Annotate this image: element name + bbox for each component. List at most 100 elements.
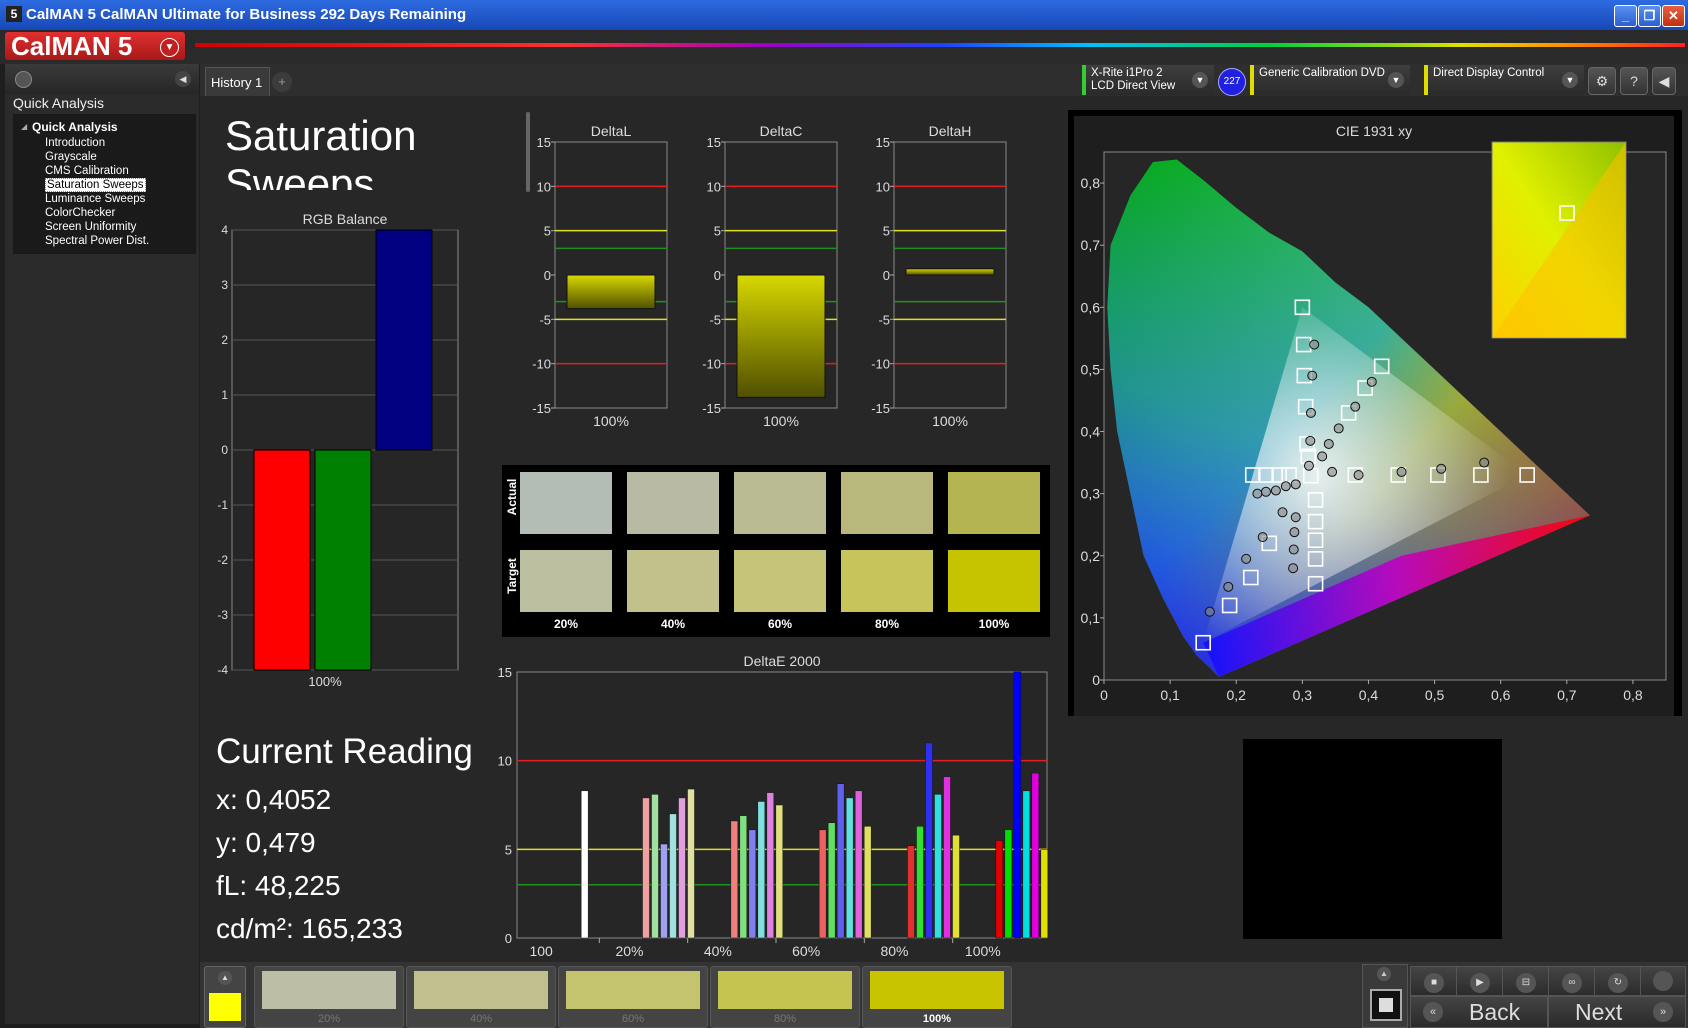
collapse-sidebar-icon[interactable]: ◀	[175, 71, 191, 87]
bottom-bar: ▲ 20% 40% 60% 80% 100% ▲ ■ ▶ ⊟ ∞ ↻ « Bac…	[200, 962, 1688, 1028]
stop-icon[interactable]: ■	[1410, 966, 1458, 996]
chevron-down-icon[interactable]: ▼	[1562, 72, 1578, 88]
sidebar-item-luminance-sweeps[interactable]: Luminance Sweeps	[45, 192, 149, 206]
loop-icon[interactable]: ∞	[1548, 966, 1596, 996]
record-dot-icon[interactable]	[1640, 966, 1686, 996]
x-tick-label: 0,3	[1293, 687, 1313, 703]
y-tick-label: -15	[532, 401, 551, 416]
delta-e-bar	[995, 840, 1004, 939]
delta-e-bar	[1031, 772, 1040, 939]
meter-badge[interactable]: 227	[1218, 68, 1246, 96]
pattern-swatch	[262, 971, 396, 1009]
tab-history-1[interactable]: History 1	[205, 67, 270, 96]
add-tab-icon[interactable]: +	[272, 72, 292, 92]
delta-e-bar	[934, 794, 942, 939]
pattern-40[interactable]: 40%	[406, 966, 556, 1028]
y-tick-label: 0	[505, 931, 512, 946]
target-swatch	[948, 550, 1040, 612]
x-tick-label: 0,7	[1557, 687, 1577, 703]
close-icon[interactable]: ✕	[1662, 5, 1685, 27]
swatch-label: 20%	[553, 617, 579, 631]
delta-e-bar	[836, 783, 845, 939]
delta-e-bar	[1040, 849, 1049, 939]
measured-marker	[1270, 485, 1281, 496]
delta-e-bar	[943, 776, 951, 939]
row-label-actual: Actual	[505, 478, 519, 516]
x-tick-label: 40%	[704, 943, 732, 959]
measured-marker	[1305, 407, 1316, 418]
delta-e-bar	[687, 788, 695, 939]
pattern-80[interactable]: 80%	[710, 966, 860, 1028]
window-title-bar: 5 CalMAN 5 CalMAN Ultimate for Business …	[0, 0, 1688, 30]
chevron-down-icon[interactable]: ▼	[160, 38, 179, 57]
y-tick-label: -5	[709, 312, 721, 327]
y-tick-label: 4	[221, 223, 228, 237]
sidebar-item-saturation-sweeps[interactable]: Saturation Sweeps	[45, 178, 149, 192]
next-button[interactable]: Next »	[1548, 996, 1686, 1028]
measured-marker	[1223, 581, 1234, 592]
pattern-20[interactable]: 20%	[254, 966, 404, 1028]
x-tick-label: 100%	[965, 943, 1001, 959]
cie-1931-chart: CIE 1931 xy 0 0,1 0,2 0,3 0,4 0,5 0,6 0,7 0,8 0,8 0…	[1074, 116, 1674, 716]
display-selector[interactable]: Direct Display Control ▼	[1424, 65, 1584, 95]
y-tick-label: 10	[876, 179, 890, 194]
delta-e-bar	[1013, 671, 1022, 939]
chevron-up-icon[interactable]: ▲	[218, 971, 232, 985]
back-icon: «	[1423, 1002, 1443, 1022]
swatch-label: 100%	[978, 617, 1010, 631]
delta-e-bar	[1004, 829, 1013, 939]
tree-root[interactable]: Quick Analysis	[32, 120, 118, 134]
play-icon[interactable]: ▶	[1456, 966, 1504, 996]
minimize-icon[interactable]: _	[1614, 5, 1637, 27]
pattern-swatch	[870, 971, 1004, 1009]
measured-marker	[1309, 339, 1320, 350]
collapse-icon[interactable]: ◀	[1652, 67, 1676, 95]
y-tick-label: 15	[498, 665, 512, 680]
delta-e-bar	[863, 826, 872, 939]
source-selector[interactable]: Generic Calibration DVD ▼	[1250, 65, 1410, 95]
chevron-up-icon[interactable]: ▲	[1377, 967, 1391, 981]
pattern-label: 100%	[922, 1013, 952, 1025]
measure-icon[interactable]: ⊟	[1502, 966, 1550, 996]
refresh-icon[interactable]: ↻	[1594, 966, 1642, 996]
y-tick-label: 0	[883, 268, 890, 283]
actual-swatch	[948, 472, 1040, 534]
measured-marker	[1288, 544, 1299, 555]
delta-e-bar	[642, 797, 650, 939]
delta-e-bar	[651, 794, 659, 939]
sidebar-item-screen-uniformity[interactable]: Screen Uniformity	[45, 220, 149, 234]
pattern-60[interactable]: 60%	[558, 966, 708, 1028]
sidebar-item-colorchecker[interactable]: ColorChecker	[45, 206, 149, 220]
chart-title: DeltaL	[591, 123, 632, 139]
record-icon[interactable]	[1370, 989, 1402, 1021]
sidebar-item-cms-calibration[interactable]: CMS Calibration	[45, 164, 149, 178]
help-icon[interactable]: ?	[1620, 67, 1648, 95]
sidebar-item-spectral-power[interactable]: Spectral Power Dist.	[45, 234, 149, 248]
current-pattern[interactable]: ▲	[204, 966, 246, 1028]
sidebar-item-introduction[interactable]: Introduction	[45, 136, 149, 150]
measured-marker	[1290, 479, 1301, 490]
scroll-handle[interactable]	[526, 112, 530, 192]
tree-items: Introduction Grayscale CMS Calibration S…	[45, 136, 149, 248]
meter-selector[interactable]: X-Rite i1Pro 2 LCD Direct View ▼	[1082, 65, 1214, 95]
pattern-100[interactable]: 100%	[862, 966, 1012, 1028]
tree-expand-icon[interactable]: ◢	[21, 122, 27, 131]
back-button[interactable]: « Back	[1410, 996, 1548, 1028]
chevron-down-icon[interactable]: ▼	[1192, 72, 1208, 88]
y-tick-label: -2	[217, 553, 228, 567]
x-tick-label: 0,5	[1425, 687, 1445, 703]
logo-text: CalMAN 5	[11, 31, 133, 61]
y-tick-label: -3	[217, 608, 228, 622]
rgb-bar	[375, 229, 433, 451]
chevron-down-icon[interactable]: ▼	[1388, 72, 1404, 88]
y-tick-label: 0,1	[1081, 610, 1101, 626]
y-tick-label: -10	[871, 357, 890, 372]
calman-logo-button[interactable]: CalMAN 5 ▼	[5, 32, 185, 60]
pattern-swatch	[718, 971, 852, 1009]
delta-bar	[566, 274, 656, 310]
y-tick-label: 0,6	[1081, 299, 1101, 315]
restore-icon[interactable]: ❐	[1638, 5, 1661, 27]
sidebar-item-grayscale[interactable]: Grayscale	[45, 150, 149, 164]
workflow-menu-icon[interactable]	[15, 71, 32, 88]
gear-icon[interactable]: ⚙	[1588, 67, 1616, 95]
